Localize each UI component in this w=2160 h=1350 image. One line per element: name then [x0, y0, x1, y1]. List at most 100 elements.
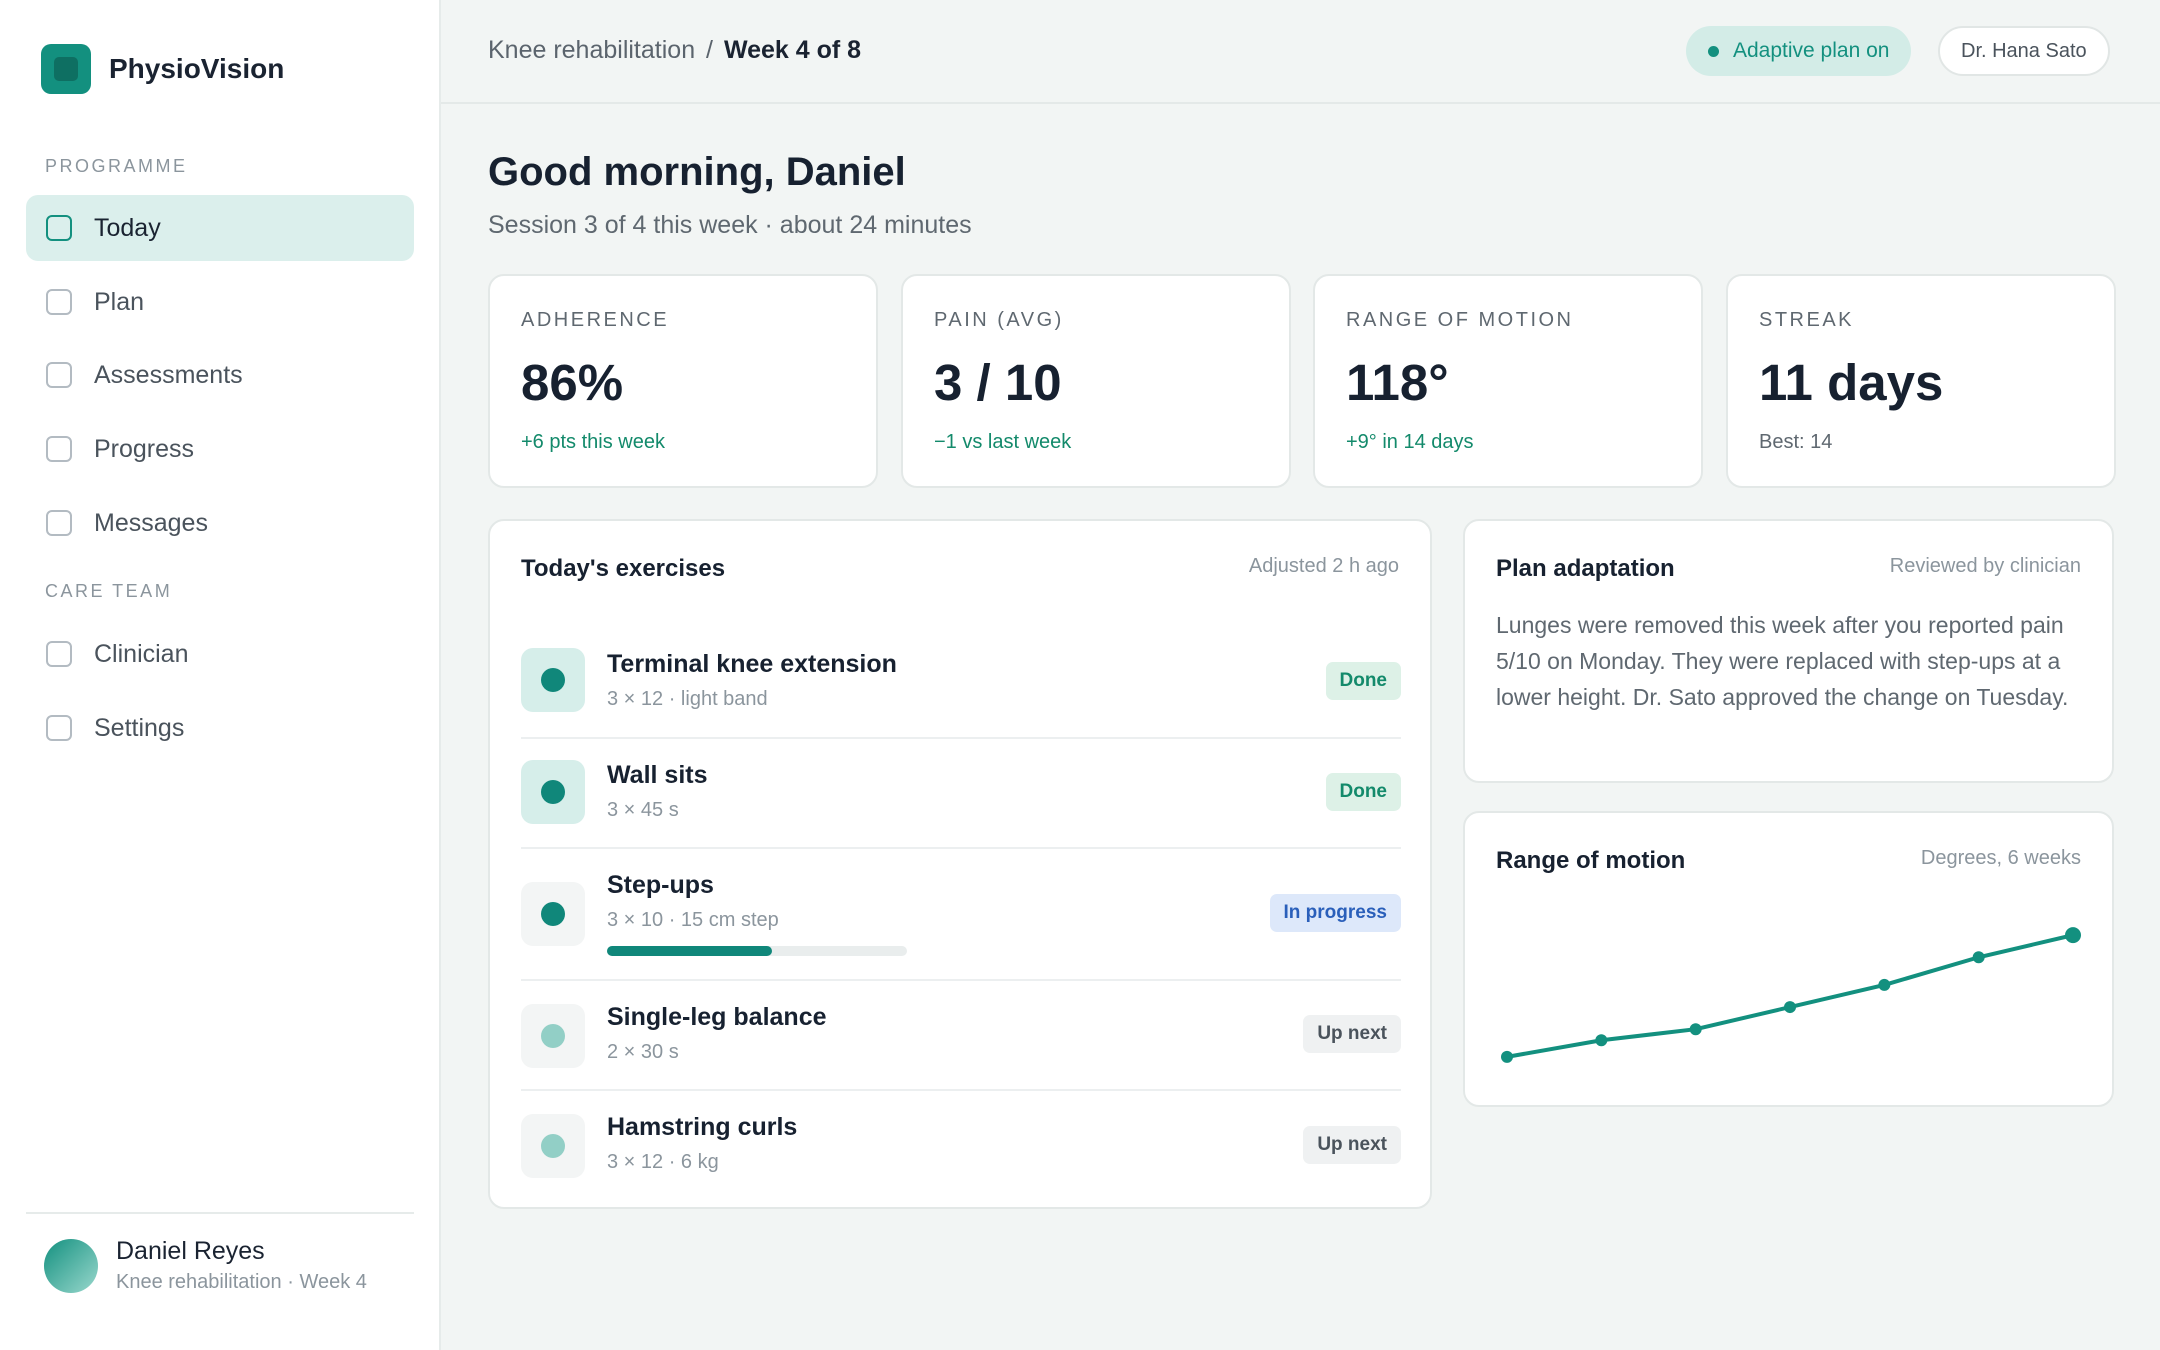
nav-checkbox-icon — [46, 289, 72, 315]
exercise-name: Terminal knee extension — [607, 650, 897, 678]
exercise-detail: 3 × 12 · light band — [607, 688, 768, 710]
sidebar-item-messages[interactable]: Messages — [26, 490, 414, 556]
exercise-progress-bar — [607, 946, 907, 956]
chart-series-line — [1505, 933, 2075, 1059]
chart-point — [1878, 978, 1891, 991]
avatar[interactable] — [44, 1239, 98, 1293]
sidebar-item-plan[interactable]: Plan — [26, 269, 414, 335]
breadcrumb-current: Week 4 of 8 — [723, 36, 862, 64]
exercise-name: Single-leg balance — [607, 1003, 827, 1031]
sidebar-item-label: Plan — [94, 287, 145, 316]
page-title: Good morning, Daniel — [488, 150, 906, 194]
status-badge: Done — [1325, 773, 1401, 811]
app-name: PhysioVision — [109, 53, 285, 84]
status-badge: Up next — [1303, 1015, 1401, 1053]
plan-adaptation-panel: Plan adaptation Reviewed by clinician Lu… — [1463, 519, 2114, 783]
stat-value: 3 / 10 — [934, 354, 1062, 411]
stat-note: −1 vs last week — [934, 431, 1072, 453]
nav-checkbox-icon — [46, 215, 72, 241]
exercise-detail: 3 × 45 s — [607, 799, 679, 821]
range-of-motion-chart — [1501, 927, 2081, 1063]
exercise-status-icon — [521, 1004, 585, 1068]
breadcrumb-separator: / — [706, 36, 713, 64]
exercise-row[interactable]: Single-leg balance 2 × 30 s Up next — [521, 981, 1401, 1091]
chart-point — [1784, 1001, 1796, 1014]
range-of-motion-panel: Range of motion Degrees, 6 weeks — [1463, 811, 2114, 1107]
sidebar-item-settings[interactable]: Settings — [26, 695, 414, 761]
exercise-progress-fill — [607, 946, 772, 956]
sidebar-item-clinician[interactable]: Clinician — [26, 621, 414, 687]
plan-adaptation-title: Plan adaptation — [1496, 555, 1675, 582]
stat-note: +6 pts this week — [521, 431, 665, 453]
sidebar-item-today[interactable]: Today — [26, 195, 414, 261]
chart-point — [2065, 927, 2081, 944]
exercise-name: Wall sits — [607, 761, 708, 789]
adaptive-plan-toggle[interactable]: Adaptive plan on — [1686, 26, 1912, 76]
exercise-status-icon — [521, 648, 585, 712]
sidebar-divider — [26, 1212, 414, 1214]
exercises-meta: Adjusted 2 h ago — [1248, 555, 1399, 577]
session-subtitle: Session 3 of 4 this week · about 24 minu… — [488, 211, 972, 239]
exercise-status-icon — [521, 882, 585, 946]
exercise-row[interactable]: Step-ups 3 × 10 · 15 cm step In progress — [521, 849, 1401, 981]
sidebar-item-label: Progress — [94, 434, 195, 463]
stat-value: 11 days — [1759, 354, 1944, 411]
stat-label: RANGE OF MOTION — [1346, 309, 1574, 331]
chart-point — [1972, 951, 1985, 964]
sidebar: PhysioVision PROGRAMME Today Plan Assess… — [0, 0, 441, 1350]
exercise-row[interactable]: Wall sits 3 × 45 s Done — [521, 739, 1401, 849]
stat-note: +9° in 14 days — [1346, 431, 1474, 453]
top-bar: Knee rehabilitation / Week 4 of 8 Adapti… — [441, 0, 2160, 104]
brand[interactable]: PhysioVision — [41, 44, 284, 94]
sidebar-item-label: Clinician — [94, 639, 189, 668]
stat-card-pain: PAIN (AVG) 3 / 10 −1 vs last week — [901, 274, 1291, 488]
clinician-button[interactable]: Dr. Hana Sato — [1938, 26, 2110, 76]
status-badge: In progress — [1269, 894, 1401, 932]
nav-checkbox-icon — [46, 436, 72, 462]
user-name: Daniel Reyes — [116, 1237, 265, 1265]
section-label-programme: PROGRAMME — [45, 156, 188, 176]
exercise-row[interactable]: Terminal knee extension 3 × 12 · light b… — [521, 617, 1401, 739]
stat-card-range-of-motion: RANGE OF MOTION 118° +9° in 14 days — [1313, 274, 1703, 488]
exercise-status-icon — [521, 1114, 585, 1178]
stat-label: STREAK — [1759, 309, 1855, 331]
exercise-name: Step-ups — [607, 871, 714, 899]
status-badge: Done — [1325, 662, 1401, 700]
exercise-detail: 3 × 10 · 15 cm step — [607, 909, 779, 931]
sidebar-item-label: Messages — [94, 508, 208, 537]
nav-checkbox-icon — [46, 715, 72, 741]
exercise-detail: 3 × 12 · 6 kg — [607, 1151, 719, 1173]
breadcrumb: Knee rehabilitation / Week 4 of 8 — [488, 36, 861, 65]
exercise-detail: 2 × 30 s — [607, 1041, 679, 1063]
stat-label: ADHERENCE — [521, 309, 670, 331]
stat-label: PAIN (AVG) — [934, 309, 1064, 331]
status-dot-icon — [1708, 45, 1719, 57]
sidebar-item-label: Settings — [94, 713, 185, 742]
exercises-panel: Today's exercises Adjusted 2 h ago Termi… — [488, 519, 1432, 1209]
exercise-status-icon — [521, 760, 585, 824]
nav-checkbox-icon — [46, 510, 72, 536]
nav-checkbox-icon — [46, 362, 72, 388]
app-logo-icon — [41, 44, 91, 94]
sidebar-item-assessments[interactable]: Assessments — [26, 342, 414, 408]
stat-card-streak: STREAK 11 days Best: 14 — [1726, 274, 2116, 488]
stat-card-adherence: ADHERENCE 86% +6 pts this week — [488, 274, 878, 488]
nav-checkbox-icon — [46, 641, 72, 667]
stat-value: 118° — [1346, 354, 1449, 411]
stat-value: 86% — [521, 354, 624, 411]
exercise-row[interactable]: Hamstring curls 3 × 12 · 6 kg Up next — [521, 1091, 1401, 1201]
adaptive-plan-label: Adaptive plan on — [1733, 39, 1890, 62]
exercise-name: Hamstring curls — [607, 1113, 798, 1141]
sidebar-item-label: Today — [94, 213, 161, 242]
sidebar-item-progress[interactable]: Progress — [26, 416, 414, 482]
status-badge: Up next — [1303, 1126, 1401, 1164]
sidebar-item-label: Assessments — [94, 360, 243, 389]
stat-note: Best: 14 — [1759, 431, 1833, 453]
plan-adaptation-meta: Reviewed by clinician — [1889, 555, 2081, 577]
plan-adaptation-body: Lunges were removed this week after you … — [1496, 612, 2069, 710]
chart-point — [1689, 1023, 1702, 1036]
user-subtitle: Knee rehabilitation · Week 4 — [116, 1271, 367, 1293]
exercises-title: Today's exercises — [521, 555, 726, 582]
chart-point — [1595, 1034, 1608, 1047]
breadcrumb-parent[interactable]: Knee rehabilitation — [488, 36, 695, 64]
